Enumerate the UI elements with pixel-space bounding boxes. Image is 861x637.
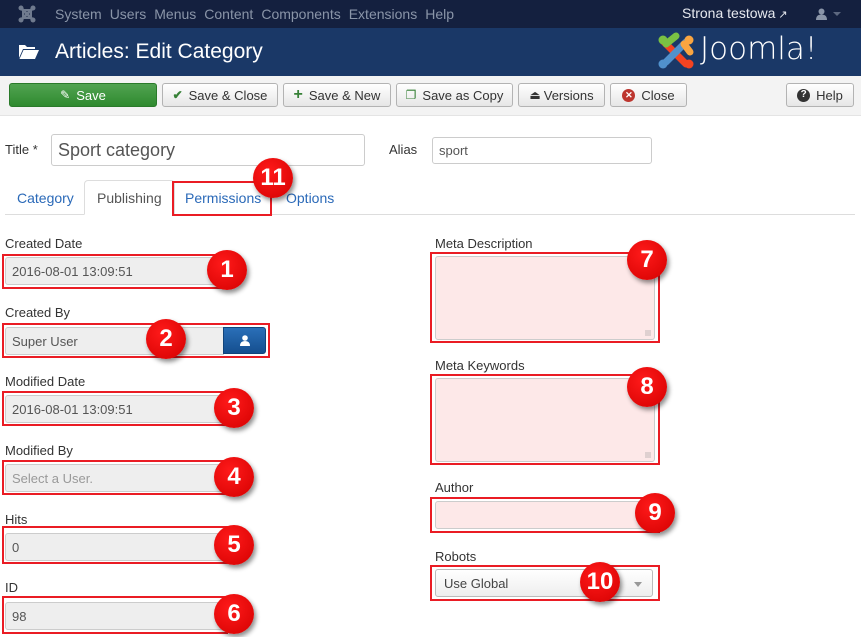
alias-label: Alias [389,142,418,157]
chevron-down-icon [634,582,642,587]
main-menu: System Users Menus Content Components Ex… [55,6,462,22]
save-label: Save [76,87,106,103]
chevron-down-icon [833,11,841,16]
id-label: ID [5,580,18,595]
meta-description-textarea[interactable] [435,256,655,340]
robots-value: Use Global [444,575,509,591]
meta-keywords-label: Meta Keywords [435,358,525,373]
modified-date-label: Modified Date [5,374,86,389]
select-user-button[interactable] [223,327,266,354]
meta-description-label: Meta Description [435,236,533,251]
menu-system[interactable]: System [55,6,102,22]
modified-by-label: Modified By [5,443,73,458]
site-link-label: Strona testowa [682,5,776,21]
menu-help[interactable]: Help [425,6,454,22]
resize-handle-icon[interactable] [645,330,651,336]
user-icon [239,335,250,346]
question-circle-icon: ? [797,88,811,102]
help-button[interactable]: ? Help [786,83,854,107]
title-label: Title * [5,142,38,157]
author-label: Author [435,480,474,495]
check-icon: ✔ [172,88,183,102]
annotation-badge-4: 4 [214,457,254,497]
hits-field[interactable]: 0 [5,533,225,561]
save-new-button[interactable]: + Save & New [283,83,391,107]
menu-components[interactable]: Components [261,6,340,22]
menu-menus[interactable]: Menus [154,6,196,22]
user-menu[interactable] [816,5,841,20]
title-input[interactable]: Sport category [51,134,365,166]
annotation-badge-7: 7 [627,240,667,280]
tab-publishing[interactable]: Publishing [84,180,175,215]
close-button[interactable]: ✕ Close [610,83,687,107]
annotation-badge-10: 10 [580,562,620,602]
meta-keywords-textarea[interactable] [435,378,655,462]
tab-category[interactable]: Category [5,180,86,215]
user-icon [816,8,827,20]
menu-users[interactable]: Users [110,6,147,22]
annotation-badge-6: 6 [214,594,254,634]
save-new-label: Save & New [308,87,381,103]
menu-content[interactable]: Content [204,6,253,22]
annotation-badge-3: 3 [214,388,254,428]
save-button[interactable]: ✎ Save [9,83,157,107]
edit-icon: ✎ [60,88,71,102]
site-link[interactable]: Strona testowa ↗ [682,5,788,21]
annotation-badge-11: 11 [253,158,293,198]
hits-label: Hits [5,512,28,527]
folder-open-icon [19,45,39,59]
annotation-badge-5: 5 [214,525,254,565]
created-by-label: Created By [5,305,71,320]
created-date-field[interactable]: 2016-08-01 13:09:51 [5,257,216,285]
joomla-logo-icon [658,32,694,69]
page-title: Articles: Edit Category [55,40,263,63]
annotation-badge-8: 8 [627,367,667,407]
annotation-badge-1: 1 [207,250,247,290]
versions-button[interactable]: ⏏ Versions [518,83,605,107]
created-date-label: Created Date [5,236,83,251]
toolbar: ✎ Save ✔ Save & Close + Save & New ❐ Sav… [0,76,861,116]
joomla-brand: Joomla! [700,31,818,67]
copy-icon: ❐ [405,88,417,102]
annotation-badge-2: 2 [146,319,186,359]
id-field[interactable]: 98 [5,602,225,630]
external-link-icon: ↗ [778,9,788,21]
close-label: Close [641,87,675,103]
robots-label: Robots [435,549,477,564]
annotation-badge-9: 9 [635,493,675,533]
plus-icon: + [293,86,303,103]
modified-by-field[interactable]: Select a User. [5,464,225,492]
author-input[interactable] [435,501,655,529]
save-close-label: Save & Close [188,87,268,103]
archive-icon: ⏏ [529,88,541,102]
created-by-field[interactable]: Super User [5,327,224,355]
save-close-button[interactable]: ✔ Save & Close [162,83,278,107]
menu-extensions[interactable]: Extensions [349,6,417,22]
page-header: Articles: Edit Category Joomla! [0,28,861,76]
versions-label: Versions [543,87,594,103]
help-label: Help [816,87,843,103]
top-navbar: System Users Menus Content Components Ex… [0,0,861,28]
alias-input[interactable]: sport [432,137,652,164]
close-circle-icon: ✕ [622,88,636,102]
joomla-menu-icon[interactable] [18,5,36,23]
modified-date-field[interactable]: 2016-08-01 13:09:51 [5,395,225,423]
robots-select[interactable]: Use Global [435,569,653,597]
resize-handle-icon[interactable] [645,452,651,458]
save-copy-button[interactable]: ❐ Save as Copy [396,83,513,107]
save-copy-label: Save as Copy [422,87,504,103]
